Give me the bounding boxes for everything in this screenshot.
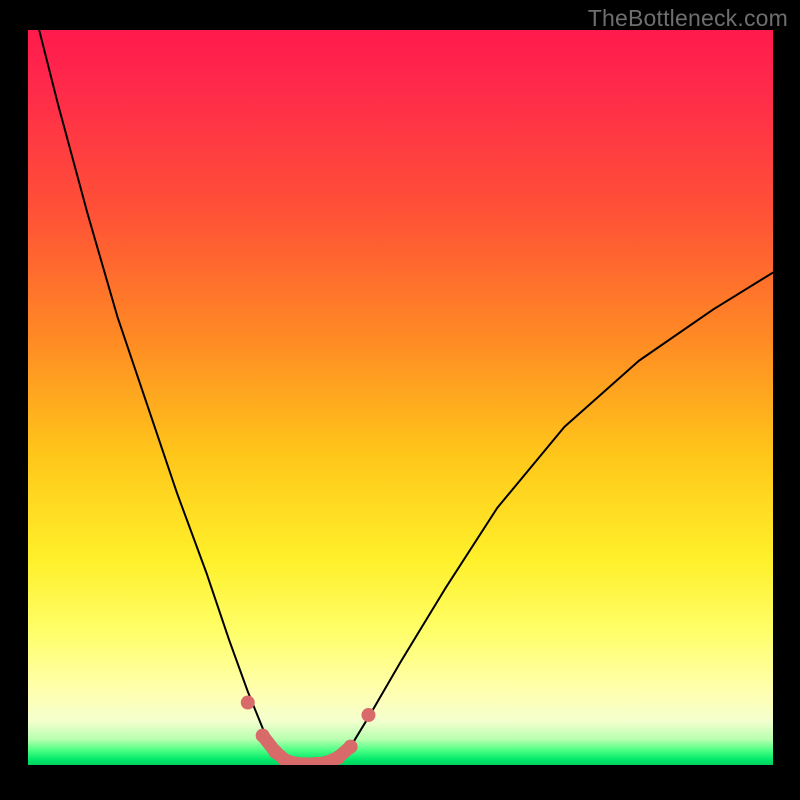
series-black-curve-left bbox=[39, 30, 285, 765]
series-black-curve-right bbox=[333, 273, 773, 765]
plot-svg-layer bbox=[28, 30, 773, 765]
outer-frame: TheBottleneck.com bbox=[0, 0, 800, 800]
marker-salmon-markers bbox=[331, 751, 345, 765]
marker-salmon-markers bbox=[361, 708, 375, 722]
marker-salmon-markers bbox=[241, 696, 255, 710]
watermark-text: TheBottleneck.com bbox=[588, 5, 788, 32]
plot-area bbox=[28, 30, 773, 765]
marker-salmon-markers bbox=[256, 729, 270, 743]
marker-salmon-markers bbox=[344, 740, 358, 754]
